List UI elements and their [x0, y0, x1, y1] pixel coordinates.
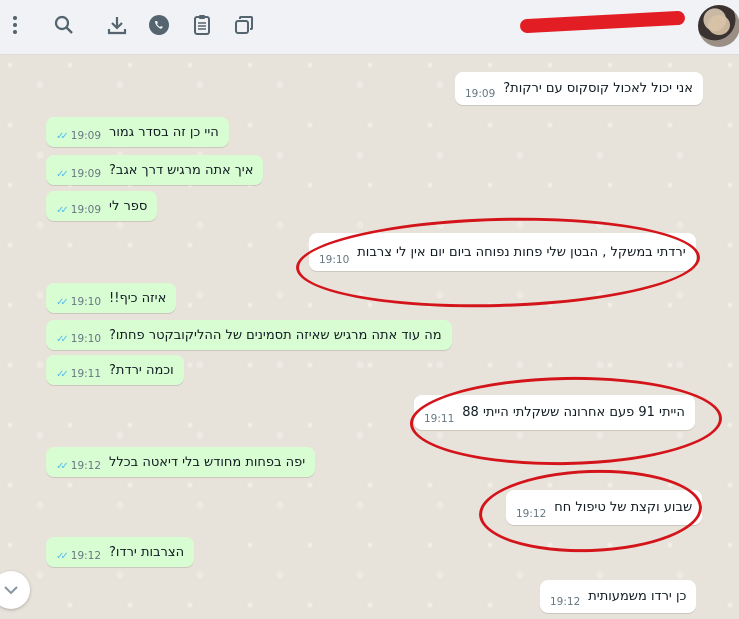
message-text: מה עוד אתה מרגיש שאיזה תסמינים של ההליקו… — [109, 327, 442, 343]
message-time: 19:10 — [70, 296, 102, 308]
message-meta: 19:12 — [516, 508, 546, 525]
message-time: 19:11 — [424, 413, 455, 425]
message-meta: ✓✓ 19:12 — [56, 460, 101, 477]
message-meta: ✓✓ 19:09 — [56, 168, 101, 185]
message-text: כן ירדו משמעותית — [588, 589, 687, 604]
message-text: היי כן זה בסדר גמור — [109, 124, 219, 140]
read-ticks-icon: ✓✓ — [56, 368, 69, 380]
read-ticks-icon: ✓✓ — [56, 204, 69, 216]
message-meta: 19:11 — [424, 413, 454, 430]
message-time: 19:12 — [550, 596, 581, 608]
message-bubble-outgoing[interactable]: ספר לי ✓✓ 19:09 — [46, 191, 158, 221]
message-bubble-outgoing[interactable]: מה עוד אתה מרגיש שאיזה תסמינים של ההליקו… — [46, 320, 452, 350]
search-icon[interactable] — [51, 12, 77, 38]
download-icon[interactable] — [104, 12, 130, 38]
message-meta: ✓✓ 19:11 — [56, 368, 101, 385]
message-time: 19:12 — [70, 550, 102, 562]
chevron-down-icon — [4, 586, 18, 595]
message-bubble-outgoing[interactable]: היי כן זה בסדר גמור ✓✓ 19:09 — [46, 117, 229, 147]
clipboard-icon[interactable] — [189, 12, 215, 38]
message-text: ירדתי במשקל , הבטן שלי פחות נפוחה ביום י… — [357, 244, 686, 260]
message-meta: ✓✓ 19:09 — [56, 204, 101, 221]
message-time: 19:12 — [516, 508, 547, 520]
read-ticks-icon: ✓✓ — [56, 130, 69, 142]
message-meta: ✓✓ 19:10 — [56, 333, 101, 350]
message-time: 19:10 — [70, 333, 102, 345]
more-vert-icon[interactable] — [2, 12, 28, 38]
message-meta: 19:10 — [319, 254, 349, 271]
avatar[interactable] — [698, 5, 739, 47]
message-text: אני יכול לאכול קוסקוס עם ירקות? — [503, 81, 693, 96]
message-meta: 19:09 — [465, 88, 495, 105]
message-meta: ✓✓ 19:09 — [56, 130, 101, 147]
message-bubble-incoming[interactable]: שבוע וקצת של טיפול חח 19:12 — [506, 490, 703, 525]
whatsapp-icon[interactable] — [146, 12, 172, 38]
message-time: 19:11 — [70, 368, 102, 380]
message-bubble-outgoing[interactable]: הצרבות ירדו? ✓✓ 19:12 — [46, 537, 195, 567]
message-time: 19:09 — [465, 88, 496, 100]
message-time: 19:10 — [319, 254, 350, 266]
message-bubble-incoming[interactable]: אני יכול לאכול קוסקוס עם ירקות? 19:09 — [455, 72, 703, 105]
message-text: שבוע וקצת של טיפול חח — [554, 500, 693, 515]
message-meta: ✓✓ 19:10 — [56, 296, 101, 313]
read-ticks-icon: ✓✓ — [56, 168, 69, 180]
message-bubble-incoming[interactable]: ירדתי במשקל , הבטן שלי פחות נפוחה ביום י… — [309, 233, 696, 271]
message-text: ספר לי — [109, 198, 148, 214]
message-bubble-outgoing[interactable]: איזה כיף!! ✓✓ 19:10 — [46, 283, 177, 313]
message-text: הייתי 91 פעם אחרונה ששקלתי הייתי 88 — [462, 405, 685, 420]
copy-icon[interactable] — [231, 12, 257, 38]
chat-header — [0, 0, 739, 55]
message-bubble-incoming[interactable]: הייתי 91 פעם אחרונה ששקלתי הייתי 88 19:1… — [414, 395, 695, 430]
message-text: איזה כיף!! — [109, 290, 167, 306]
scroll-down-button[interactable] — [0, 571, 30, 609]
read-ticks-icon: ✓✓ — [56, 550, 69, 562]
message-list[interactable]: אני יכול לאכול קוסקוס עם ירקות? 19:09 הי… — [0, 55, 739, 619]
message-bubble-incoming[interactable]: כן ירדו משמעותית 19:12 — [540, 580, 697, 613]
message-time: 19:12 — [70, 460, 102, 472]
message-time: 19:09 — [70, 130, 102, 142]
message-time: 19:09 — [70, 204, 102, 216]
message-meta: 19:12 — [550, 596, 580, 613]
message-time: 19:09 — [70, 168, 102, 180]
message-bubble-outgoing[interactable]: וכמה ירדת? ✓✓ 19:11 — [46, 355, 184, 385]
read-ticks-icon: ✓✓ — [56, 296, 69, 308]
read-ticks-icon: ✓✓ — [56, 333, 69, 345]
read-ticks-icon: ✓✓ — [56, 460, 69, 472]
message-text: יפה בפחות מחודש בלי דיאטה בכלל — [109, 454, 306, 470]
message-bubble-outgoing[interactable]: יפה בפחות מחודש בלי דיאטה בכלל ✓✓ 19:12 — [46, 447, 316, 477]
message-meta: ✓✓ 19:12 — [56, 550, 101, 567]
message-text: הצרבות ירדו? — [109, 544, 185, 560]
message-text: איך אתה מרגיש דרך אגב? — [109, 162, 254, 178]
contact-name-redaction — [519, 10, 686, 34]
message-bubble-outgoing[interactable]: איך אתה מרגיש דרך אגב? ✓✓ 19:09 — [46, 155, 264, 185]
message-text: וכמה ירדת? — [109, 362, 174, 378]
